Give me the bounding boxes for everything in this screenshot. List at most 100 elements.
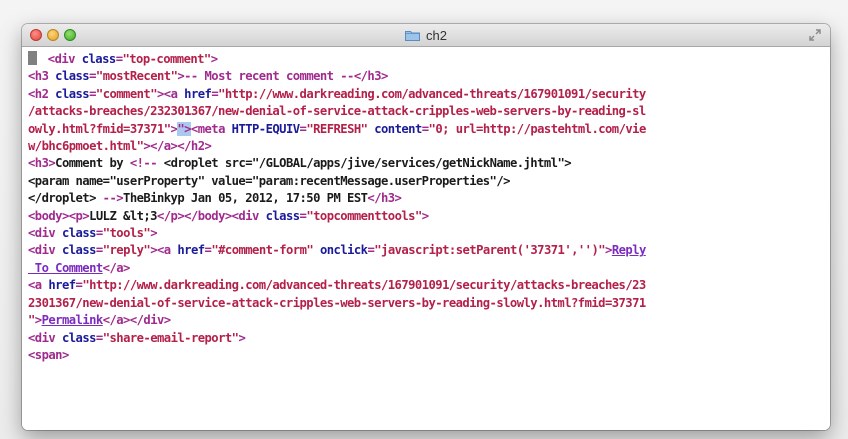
tag-text: <h3 [28,69,56,84]
link-text[interactable]: Permalink [42,313,104,327]
string-value: "javascript:setParent('37371','')" [374,243,606,258]
tag-text: <div [28,243,62,258]
fullscreen-icon[interactable] [808,28,822,42]
code-line: <div class="reply"><a href="#comment-for… [28,242,824,259]
code-line: w/bhc6pmoet.html"></a></h2> [28,138,824,155]
tag-text: = [95,226,103,241]
code-line: <h3>Comment by <!-- <droplet src="/GLOBA… [28,155,824,172]
tag-text: >-- Most recent comment --</h3> [177,69,388,84]
tag-text: > [421,208,429,223]
tag-text: <h2 [28,86,56,101]
tag-text: <div [28,226,62,241]
code-line: <h2 class="comment"><a href="http://www.… [28,86,824,103]
title-bar[interactable]: ch2 [22,24,830,47]
plain-text: LULZ &lt;3 [89,208,157,223]
terminal-window: ch2 <div class="top-comment"> <h3 class="… [22,24,830,430]
folder-icon [405,30,421,41]
string-value: "http://www.darkreading.com/advanced-thr… [82,278,646,293]
window-title-area: ch2 [22,24,830,46]
attribute-name: href [48,278,76,293]
string-value: "comment" [95,86,158,101]
tag-text: <div [28,330,62,345]
tag-text: = [421,121,429,136]
attribute-name: class [61,243,97,258]
code-line: <div class="tools"> [28,225,824,242]
tag-text: </p></body><div [156,208,266,223]
tag-text: <!-- [129,156,164,171]
tag-text: </a></div> [102,313,171,328]
tag-text: ></a></h2> [143,139,212,154]
link-text[interactable]: Reply [612,243,647,257]
string-value: "tools" [102,226,151,241]
tag-text: --> [102,191,124,206]
tag-text: = [89,69,96,84]
string-value: " [28,313,35,328]
tag-text: ><a [157,86,185,101]
tag-text: ><a [150,243,178,258]
tag-text: > [150,226,158,241]
plain-text: </droplet> [28,191,103,206]
tag-text: > [34,313,42,328]
link-text[interactable]: To Comment [28,261,103,275]
selected-text: "> [177,121,191,136]
attribute-name: href [184,86,212,101]
tag-text: <meta [190,121,232,136]
code-line: ">Permalink</a></div> [28,312,824,329]
string-value: "REFRESH" [306,121,368,136]
code-line: owly.html?fmid=37371">"><meta HTTP-EQUIV… [28,121,824,138]
terminal-content[interactable]: <div class="top-comment"> <h3 class="most… [22,47,830,430]
tag-text [313,243,320,257]
tag-text: = [95,330,103,345]
string-value: "top-comment" [122,52,211,66]
string-value: "#comment-form" [211,243,314,258]
attribute-name: class [61,226,97,241]
attribute-name: class [55,86,90,101]
plain-text: <droplet src="/GLOBAL/apps/jive/services… [163,156,572,171]
tag-text: </h3> [367,191,402,206]
tag-text: <a [28,278,49,293]
string-value: "http://www.darkreading.com/advanced-thr… [218,86,646,101]
code-line: <a href="http://www.darkreading.com/adva… [28,277,824,294]
tag-text: > [605,243,612,258]
code-line: /attacks-breaches/232301367/new-denial-o… [28,103,824,120]
tag-text: > [210,52,218,66]
tag-text: > [238,330,246,345]
code-line: <body><p>LULZ &lt;3</p></body><div class… [28,208,824,225]
tag-text: = [95,243,103,258]
string-value: "0; url=http://pastehtml.com/vie [428,121,647,136]
attribute-name: class [81,52,117,66]
plain-text: Comment by [55,156,130,171]
window-title: ch2 [426,27,447,43]
code-line: <h3 class="mostRecent">-- Most recent co… [28,68,824,85]
attribute-name: class [61,330,97,345]
string-value: w/bhc6pmoet.html" [28,139,144,154]
tag-text: <h3> [28,156,56,171]
plain-text: TheBinkyp Jan 05, 2012, 17:50 PM EST [123,191,368,206]
code-line: To Comment</a> [28,260,824,277]
code-line: </droplet> -->TheBinkyp Jan 05, 2012, 17… [28,190,824,207]
string-value: /attacks-breaches/232301367/new-denial-o… [28,104,646,119]
code-line: <div class="top-comment"> [28,51,824,68]
string-value: "topcommenttools" [306,208,422,223]
string-value: 2301367/new-denial-of-service-attack-cri… [28,295,646,310]
plain-text: <param name="userProperty" value="param:… [28,173,510,188]
string-value: "reply" [102,243,151,258]
tag-text: <span> [28,347,69,362]
attribute-name: class [55,69,90,84]
tag-text: <body><p> [28,208,90,223]
attribute-name: onclick [319,243,368,258]
code-line: <div class="share-email-report"> [28,330,824,347]
attribute-name: href [177,243,205,258]
text-cursor [28,51,37,65]
code-line: 2301367/new-denial-of-service-attack-cri… [28,295,824,312]
tag-text: = [89,86,96,101]
code-line: <span> [28,347,824,364]
string-value: "mostRecent" [95,69,178,84]
attribute-name: HTTP-EQUIV [231,121,300,136]
code-line: <param name="userProperty" value="param:… [28,173,824,190]
tag-text: <div [41,52,82,66]
tag-text: </a> [102,260,131,275]
attribute-name: class [265,208,301,223]
string-value: owly.html?fmid=37371" [28,121,171,136]
string-value: "share-email-report" [102,330,239,345]
